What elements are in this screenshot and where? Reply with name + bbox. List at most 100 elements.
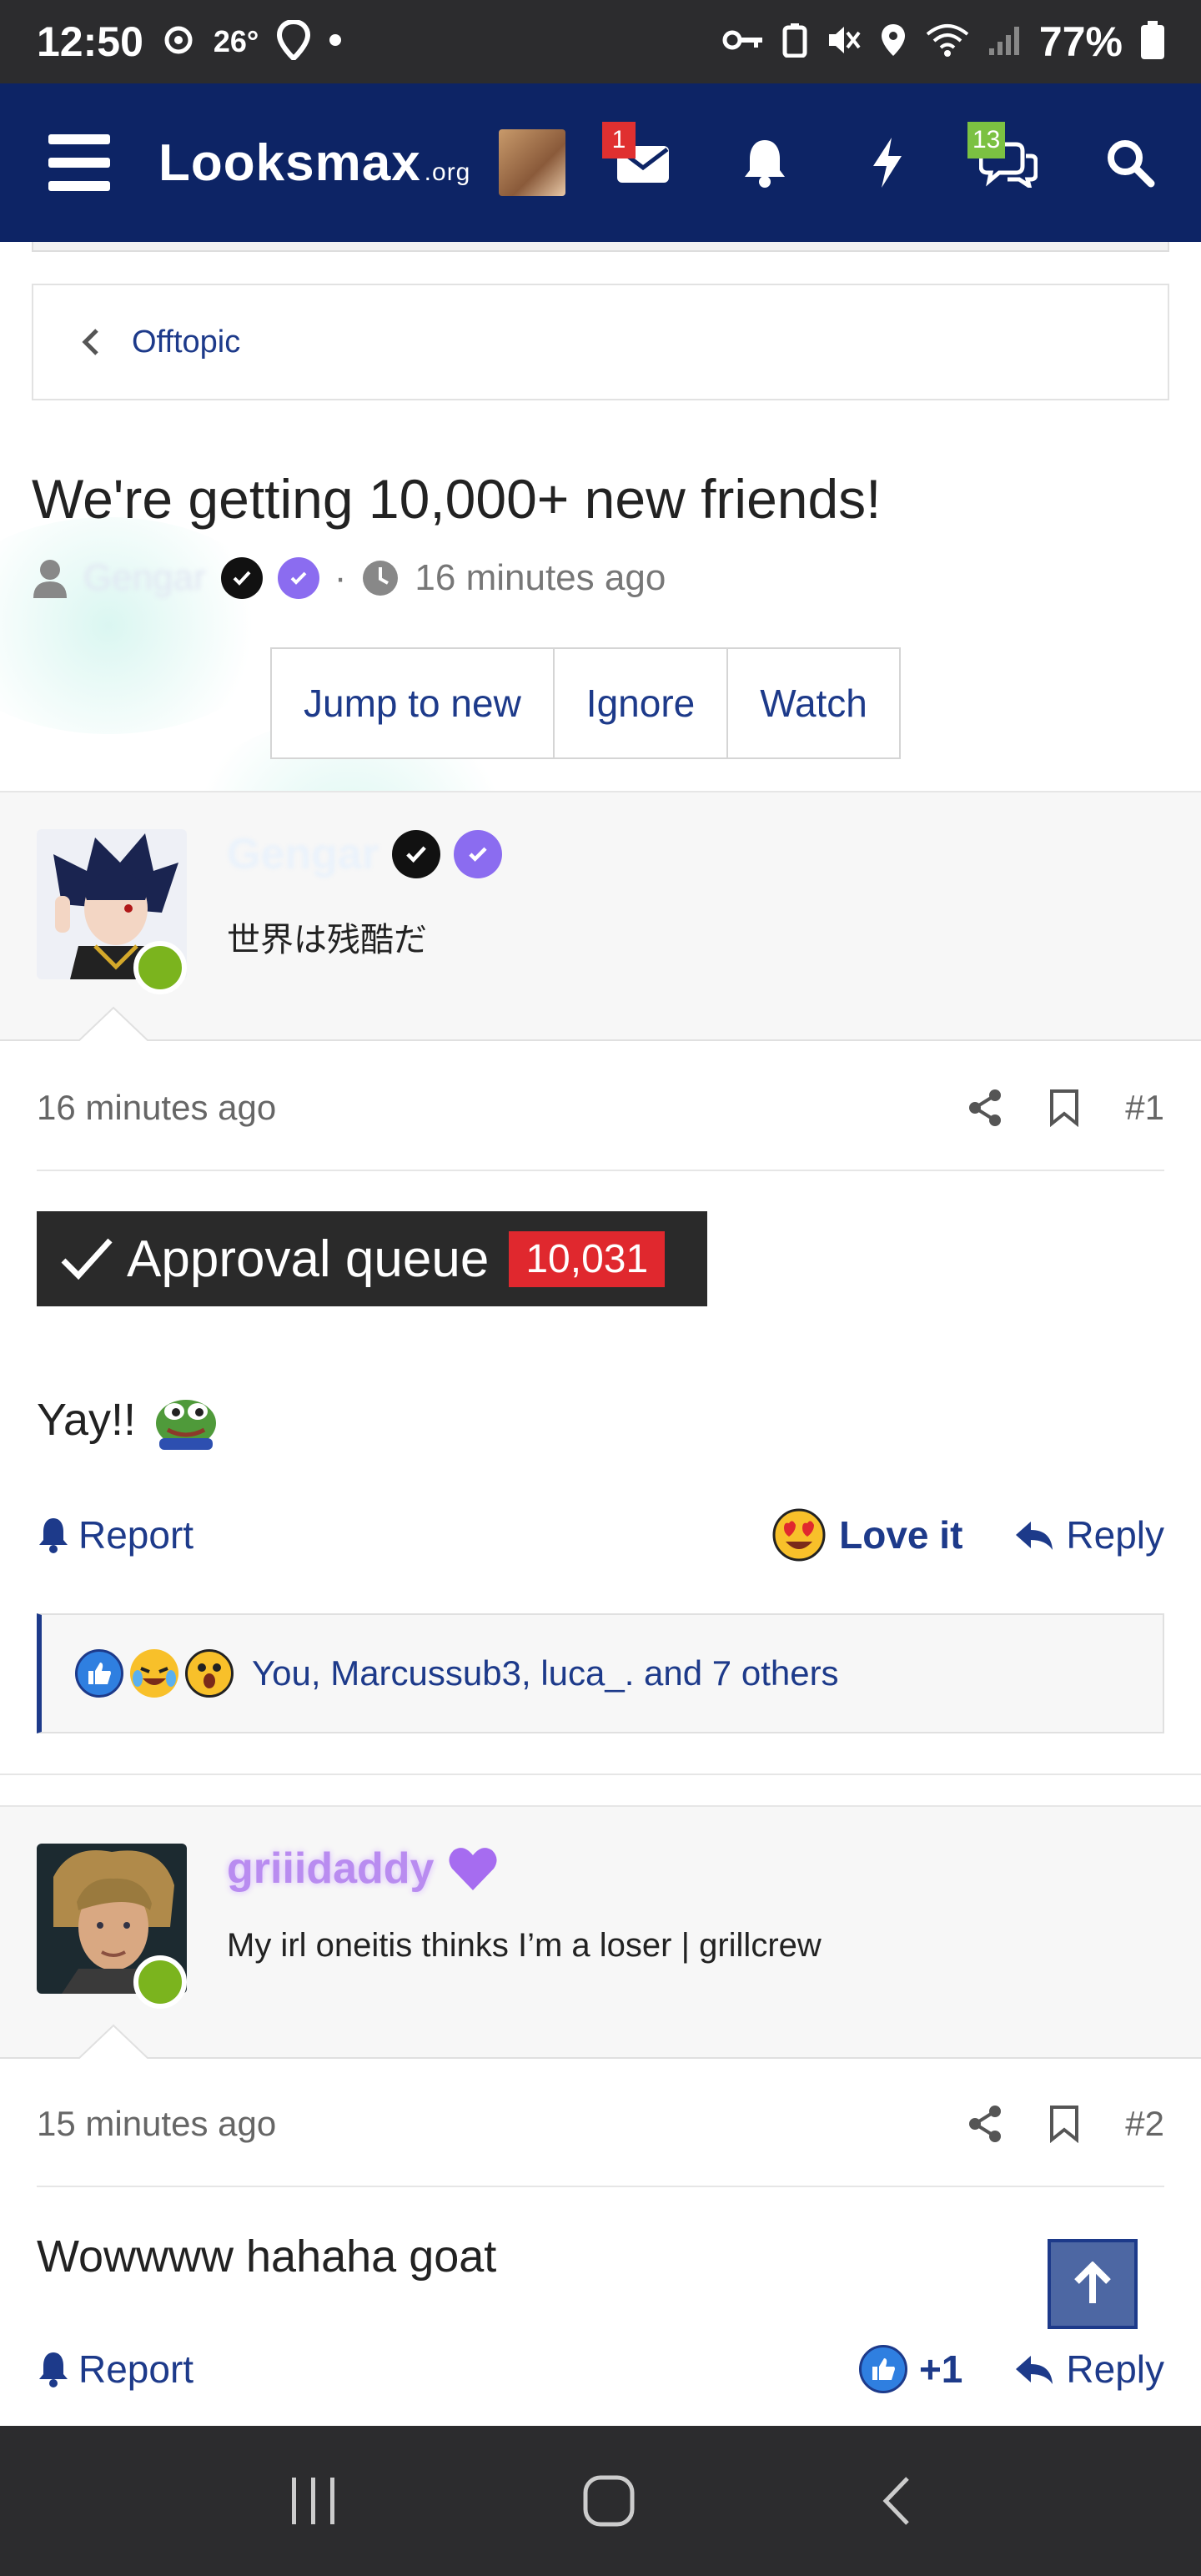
heart-eyes-emoji-icon (772, 1508, 826, 1562)
reaction-label: Love it (839, 1513, 963, 1557)
page: 12:50 26° 77% Looksmax .org 1 13 Offtopi… (0, 0, 1201, 2576)
site-logo[interactable]: Looksmax .org (158, 133, 470, 193)
chevron-left-icon (82, 329, 98, 355)
site-navbar: Looksmax .org 1 13 (0, 83, 1201, 242)
user-icon (33, 560, 67, 598)
approval-queue-label: Approval queue (127, 1230, 490, 1288)
alerts-button[interactable] (736, 133, 794, 192)
clock-icon (363, 561, 399, 596)
conversations-badge: 13 (967, 122, 1006, 158)
user-title: My irl oneitis thinks I’m a loser | gril… (227, 1927, 822, 1964)
post-body: Yay!! (37, 1390, 219, 1450)
thread-meta: Gengar · 16 minutes ago (32, 557, 666, 599)
crumb-strip (32, 242, 1169, 252)
reply-icon (1016, 1522, 1053, 1550)
status-bar: 12:50 26° 77% (0, 0, 1201, 83)
location-pin-icon (277, 18, 311, 64)
bell-icon (39, 1518, 68, 1553)
purple-check-icon (454, 830, 503, 878)
post-username[interactable]: Gengar (227, 829, 503, 879)
post-text: Yay!! (37, 1395, 137, 1445)
shocked-emoji-icon (185, 1649, 234, 1698)
like-emoji-icon (75, 1649, 123, 1698)
search-icon (1108, 140, 1155, 188)
lightning-icon (873, 138, 902, 188)
menu-icon-bar (48, 181, 110, 191)
reactions-summary: You, Marcussub3, luca_. and 7 others (252, 1653, 839, 1693)
post-body: Wowwww hahaha goat (37, 2231, 496, 2282)
mute-icon (826, 23, 861, 62)
scroll-to-top-button[interactable] (1048, 2239, 1138, 2329)
account-avatar[interactable] (499, 129, 566, 196)
reply-label: Reply (1066, 2347, 1164, 2391)
report-button[interactable]: Report (37, 1512, 193, 1557)
pepe-emoji-icon (156, 1400, 217, 1450)
conversations-button[interactable]: 13 (967, 122, 1038, 192)
online-indicator (133, 941, 187, 994)
inbox-button[interactable]: 1 (602, 122, 672, 192)
reply-button[interactable]: Reply (1014, 2347, 1164, 2392)
search-button[interactable] (1101, 133, 1159, 192)
report-label: Report (78, 1513, 194, 1557)
verified-badge-icon (220, 557, 263, 599)
recent-apps-icon[interactable] (289, 2476, 339, 2526)
approval-queue-count: 10,031 (509, 1230, 666, 1287)
jump-to-new-button[interactable]: Jump to new (272, 649, 555, 757)
post-meta: 15 minutes ago #2 (37, 2062, 1164, 2187)
menu-button[interactable] (42, 129, 117, 196)
thread-author[interactable]: Gengar (83, 557, 206, 599)
whats-new-button[interactable] (857, 133, 916, 192)
thread-title: We're getting 10,000+ new friends! (32, 468, 882, 530)
notification-dot-icon (329, 33, 342, 51)
post-user-header: griiidaddy My irl oneitis thinks I’m a l… (0, 1805, 1201, 2059)
meta-separator: · (334, 557, 347, 598)
thread-time: 16 minutes ago (415, 557, 666, 598)
menu-icon-bar (48, 134, 110, 144)
post-username[interactable]: griiidaddy (227, 1844, 499, 1894)
report-label: Report (78, 2347, 194, 2391)
wifi-icon (926, 23, 969, 62)
ignore-button[interactable]: Ignore (554, 649, 729, 757)
purple-heart-icon (449, 1848, 498, 1890)
home-icon[interactable] (583, 2475, 635, 2527)
battery-icon (1141, 20, 1164, 63)
logo-main: Looksmax (158, 133, 421, 192)
post-pointer (78, 1006, 148, 1041)
reactions-bar[interactable]: You, Marcussub3, luca_. and 7 others (37, 1613, 1164, 1733)
post-time[interactable]: 16 minutes ago (37, 1088, 276, 1128)
share-icon[interactable] (967, 2105, 1003, 2143)
post-number[interactable]: #1 (1125, 1088, 1164, 1128)
android-navigation-bar (0, 2426, 1201, 2576)
bell-icon (745, 140, 785, 188)
bookmark-icon[interactable] (1048, 1089, 1080, 1127)
checkmark-icon (61, 1238, 113, 1280)
watch-button[interactable]: Watch (728, 649, 899, 757)
user-title: 世界は残酷だ (227, 921, 427, 959)
bell-icon (39, 2352, 68, 2387)
arrow-up-icon (1074, 2262, 1111, 2303)
bookmark-icon[interactable] (1048, 2105, 1080, 2143)
reaction-button[interactable]: Love it (772, 1508, 962, 1562)
online-indicator (133, 1955, 187, 2009)
reaction-button[interactable]: +1 (858, 2345, 962, 2393)
sync-icon (162, 23, 195, 61)
post-actions: Report +1 Reply (37, 2336, 1164, 2402)
report-button[interactable]: Report (37, 2347, 193, 2392)
breadcrumb[interactable]: Offtopic (32, 284, 1169, 400)
signal-icon (987, 23, 1021, 61)
post-text: Wowwww hahaha goat (37, 2231, 497, 2282)
post-number[interactable]: #2 (1125, 2104, 1164, 2144)
battery-percent: 77% (1038, 18, 1123, 65)
status-time: 12:50 (37, 18, 143, 65)
post-pointer (78, 2024, 148, 2059)
inbox-badge: 1 (602, 122, 636, 158)
location-icon (879, 23, 907, 62)
back-icon[interactable] (879, 2475, 912, 2527)
post-meta: 16 minutes ago #1 (37, 1046, 1164, 1171)
reply-button[interactable]: Reply (1014, 1512, 1164, 1557)
username-text: griiidaddy (227, 1844, 435, 1893)
post-time[interactable]: 15 minutes ago (37, 2104, 276, 2144)
breadcrumb-label[interactable]: Offtopic (132, 325, 240, 360)
menu-icon-bar (48, 158, 110, 168)
share-icon[interactable] (967, 1089, 1003, 1127)
